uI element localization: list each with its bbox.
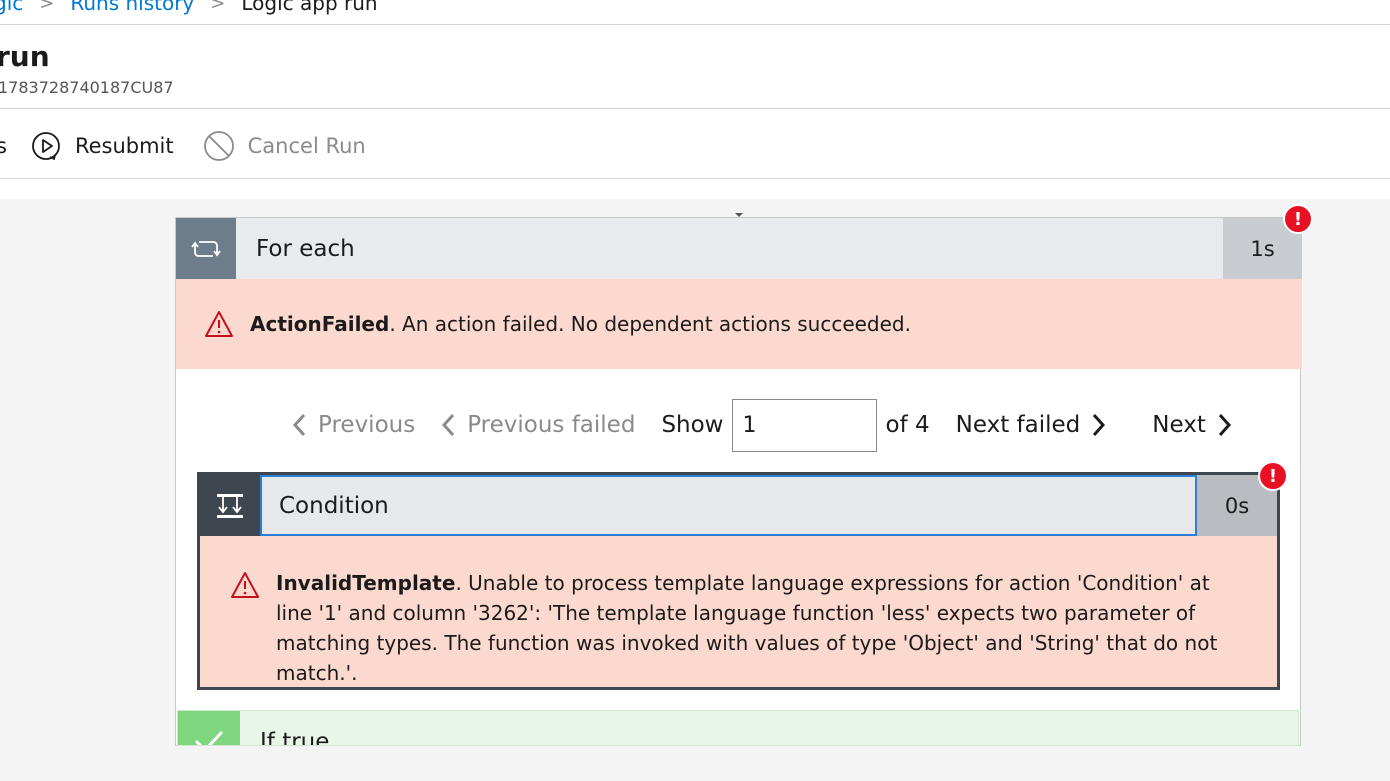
divider	[0, 108, 1390, 109]
condition-action-card: Condition 0s InvalidTemplate. Unable to …	[197, 472, 1280, 690]
logic-app-run-page: gic > Runs history > Logic app run run 1…	[0, 0, 1390, 781]
resubmit-button[interactable]: Resubmit	[29, 129, 174, 163]
next-failed-button[interactable]: Next failed	[956, 412, 1109, 438]
condition-error-text: InvalidTemplate. Unable to process templ…	[276, 568, 1236, 688]
toolbar: s Resubmit Cancel Run	[0, 126, 394, 166]
next-button[interactable]: Next	[1152, 412, 1234, 438]
chevron-left-icon	[290, 412, 310, 438]
condition-error-code: InvalidTemplate	[276, 571, 456, 595]
foreach-header[interactable]: For each 1s	[176, 218, 1302, 279]
resubmit-label: Resubmit	[74, 134, 174, 158]
foreach-error-code: ActionFailed	[250, 312, 390, 336]
previous-label: Previous	[318, 412, 416, 438]
foreach-error-text: ActionFailed. An action failed. No depen…	[250, 312, 911, 336]
divider	[0, 24, 1390, 25]
of-count-label: of 4	[885, 412, 930, 438]
run-id: 1783728740187CU87	[0, 78, 174, 97]
warning-icon	[204, 310, 234, 338]
breadcrumb-separator: >	[39, 0, 55, 14]
previous-button[interactable]: Previous	[290, 412, 415, 438]
error-badge: !	[1283, 204, 1313, 234]
loop-icon	[176, 218, 236, 279]
chevron-right-icon	[1088, 412, 1108, 438]
iteration-input[interactable]	[731, 398, 877, 452]
canvas-bottom	[0, 746, 1390, 781]
foreach-error-message: . An action failed. No dependent actions…	[389, 312, 911, 336]
if-true-branch[interactable]: If true	[177, 710, 1299, 746]
iteration-pager: Previous Previous failed Show of 4 Next …	[290, 398, 1234, 452]
breadcrumb: gic > Runs history > Logic app run	[0, 0, 378, 16]
error-badge: !	[1258, 461, 1288, 491]
chevron-left-icon	[439, 412, 459, 438]
condition-header[interactable]: Condition 0s	[200, 475, 1277, 536]
breadcrumb-item-runs-history[interactable]: Runs history	[70, 0, 194, 15]
warning-icon	[230, 571, 260, 607]
cancel-run-button[interactable]: Cancel Run	[202, 129, 366, 163]
if-true-title: If true	[260, 729, 330, 746]
page-title: run	[0, 40, 50, 73]
condition-icon	[200, 475, 260, 536]
next-label: Next	[1152, 412, 1206, 438]
breadcrumb-separator: >	[210, 0, 226, 14]
previous-failed-button[interactable]: Previous failed	[439, 412, 635, 438]
breadcrumb-item-logic[interactable]: gic	[0, 0, 23, 15]
foreach-error-banner: ActionFailed. An action failed. No depen…	[176, 279, 1302, 369]
play-circle-icon	[29, 129, 63, 163]
chevron-right-icon	[1214, 412, 1234, 438]
next-failed-label: Next failed	[955, 412, 1081, 438]
toolbar-item-partial[interactable]: s	[0, 134, 7, 158]
divider	[0, 178, 1390, 179]
condition-title: Condition	[279, 492, 389, 519]
show-label: Show	[661, 412, 724, 438]
condition-title-area: Condition	[260, 475, 1197, 536]
condition-error-banner: InvalidTemplate. Unable to process templ…	[200, 536, 1277, 688]
foreach-title: For each	[256, 235, 355, 262]
cancel-circle-icon	[202, 129, 236, 163]
previous-failed-label: Previous failed	[467, 412, 636, 438]
cancel-run-label: Cancel Run	[247, 134, 366, 158]
breadcrumb-item-current: Logic app run	[241, 0, 378, 15]
checkmark-icon	[178, 711, 240, 745]
